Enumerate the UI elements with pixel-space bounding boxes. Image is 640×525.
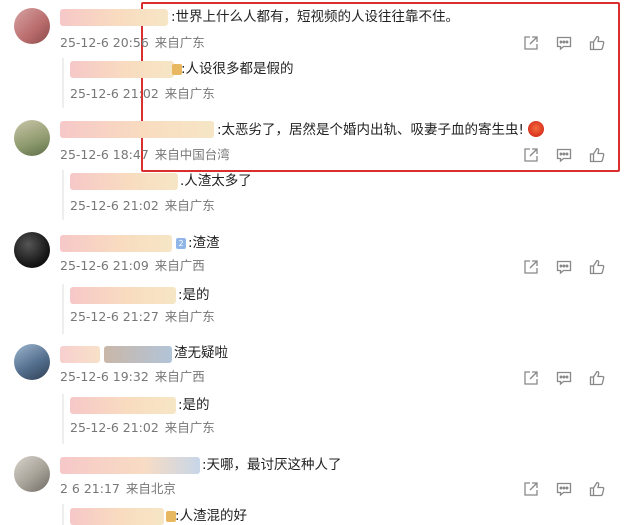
- username[interactable]: [60, 9, 168, 26]
- like-icon[interactable]: [588, 258, 606, 276]
- comment-location: 来自广东: [164, 420, 215, 435]
- reply-divider: [62, 504, 64, 525]
- reply-divider: [62, 284, 64, 334]
- comment-text: :人渣混的好: [175, 508, 248, 524]
- comment-time: 25-12-6 18:47: [60, 147, 149, 162]
- comment-location: 来自广东: [164, 86, 215, 101]
- comment-time: 25-12-6 21:27: [70, 309, 159, 324]
- comment-text: :人设很多都是假的: [181, 61, 294, 77]
- emoji-icon: [527, 121, 544, 137]
- comment-text: .人渣太多了: [180, 173, 252, 189]
- comment-icon[interactable]: [555, 480, 573, 498]
- username[interactable]: [60, 235, 172, 252]
- username-extra: [104, 346, 172, 363]
- comment-location: 来自北京: [125, 481, 176, 496]
- comment-text: :太恶劣了，居然是个婚内出轨、吸妻子血的寄生虫!: [217, 121, 544, 139]
- comment-text: :是的: [178, 287, 210, 303]
- reply-divider: [62, 394, 64, 444]
- username[interactable]: [70, 287, 176, 304]
- username[interactable]: [70, 508, 164, 525]
- avatar[interactable]: [14, 8, 50, 44]
- comment-meta: 25-12-6 21:27 来自广东: [70, 309, 215, 325]
- comment-location: 来自广东: [164, 309, 215, 324]
- comment-location: 来自中国台湾: [154, 147, 230, 162]
- avatar[interactable]: [14, 344, 50, 380]
- action-icons: [522, 369, 618, 387]
- comment-time: 25-12-6 19:32: [60, 369, 149, 384]
- username[interactable]: [70, 61, 174, 78]
- comment-location: 来自广东: [154, 35, 205, 50]
- action-icons: [522, 34, 618, 52]
- comment-icon[interactable]: [555, 146, 573, 164]
- share-icon[interactable]: [522, 34, 540, 52]
- avatar[interactable]: [14, 232, 50, 268]
- avatar[interactable]: [14, 120, 50, 156]
- comment-meta: 2 6 21:17 来自北京: [60, 481, 176, 497]
- reply-divider: [62, 170, 64, 220]
- username[interactable]: [60, 121, 214, 138]
- comment-meta: 25-12-6 19:32 来自广西: [60, 369, 205, 385]
- comment-text: :世界上什么人都有，短视频的人设往往靠不住。: [171, 9, 460, 25]
- level-badge: 2: [176, 238, 186, 249]
- comment-meta: 25-12-6 18:47 来自中国台湾: [60, 147, 230, 163]
- avatar[interactable]: [14, 456, 50, 492]
- action-icons: [522, 258, 618, 276]
- comment-time: 25-12-6 21:02: [70, 198, 159, 213]
- comment-icon[interactable]: [555, 369, 573, 387]
- share-icon[interactable]: [522, 146, 540, 164]
- like-icon[interactable]: [588, 34, 606, 52]
- comment-time: 25-12-6 21:02: [70, 420, 159, 435]
- username[interactable]: [70, 173, 178, 190]
- username[interactable]: [70, 397, 176, 414]
- comment-meta: 25-12-6 21:09 来自广西: [60, 258, 205, 274]
- share-icon[interactable]: [522, 369, 540, 387]
- action-icons: [522, 480, 618, 498]
- comment-icon[interactable]: [555, 34, 573, 52]
- reply-divider: [62, 58, 64, 108]
- username[interactable]: [60, 346, 100, 363]
- comment-time: 25-12-6 21:09: [60, 258, 149, 273]
- comment-icon[interactable]: [555, 258, 573, 276]
- like-icon[interactable]: [588, 146, 606, 164]
- comment-location: 来自广东: [164, 198, 215, 213]
- share-icon[interactable]: [522, 258, 540, 276]
- comment-time: 25-12-6 21:02: [70, 86, 159, 101]
- comment-time: 25-12-6 20:56: [60, 35, 149, 50]
- comment-meta: 25-12-6 21:02 来自广东: [70, 198, 215, 214]
- comment-location: 来自广西: [154, 258, 205, 273]
- comment-text: :天哪，最讨厌这种人了: [202, 457, 342, 473]
- comment-text: :渣渣: [188, 235, 220, 251]
- comment-location: 来自广西: [154, 369, 205, 384]
- username[interactable]: [60, 457, 200, 474]
- comment-meta: 25-12-6 20:56 来自广东: [60, 35, 205, 51]
- comment-text: :是的: [178, 397, 210, 413]
- like-icon[interactable]: [588, 369, 606, 387]
- comment-meta: 25-12-6 21:02 来自广东: [70, 86, 215, 102]
- action-icons: [522, 146, 618, 164]
- share-icon[interactable]: [522, 480, 540, 498]
- comment-meta: 25-12-6 21:02 来自广东: [70, 420, 215, 436]
- comment-text-content: :太恶劣了，居然是个婚内出轨、吸妻子血的寄生虫!: [217, 122, 524, 138]
- comment-time: 2 6 21:17: [60, 481, 120, 496]
- comment-text: 渣无疑啦: [174, 345, 228, 361]
- like-icon[interactable]: [588, 480, 606, 498]
